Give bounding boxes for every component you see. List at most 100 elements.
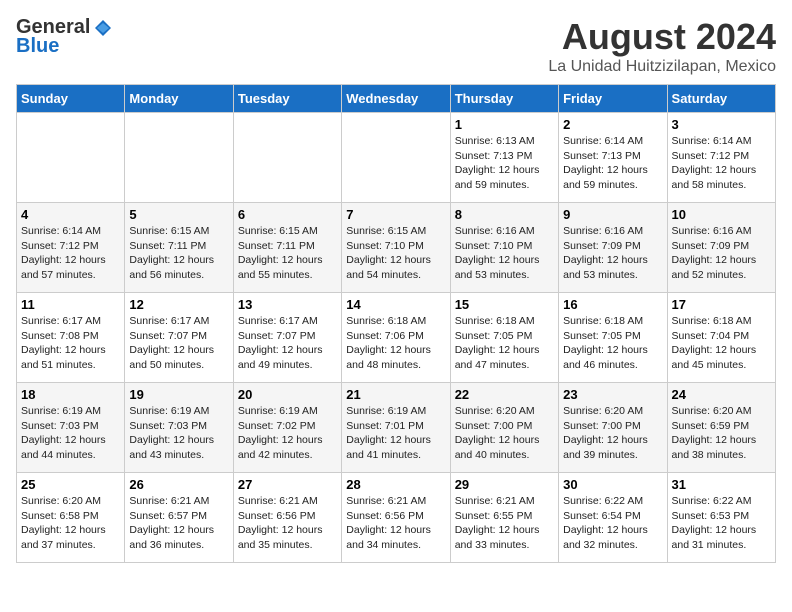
header-saturday: Saturday bbox=[667, 85, 775, 113]
day-info: Sunrise: 6:20 AM Sunset: 7:00 PM Dayligh… bbox=[455, 404, 554, 463]
day-info: Sunrise: 6:18 AM Sunset: 7:04 PM Dayligh… bbox=[672, 314, 771, 373]
header-friday: Friday bbox=[559, 85, 667, 113]
day-info: Sunrise: 6:14 AM Sunset: 7:12 PM Dayligh… bbox=[672, 134, 771, 193]
logo-blue: Blue bbox=[16, 35, 59, 58]
day-cell: 19 Sunrise: 6:19 AM Sunset: 7:03 PM Dayli… bbox=[125, 383, 233, 473]
day-info: Sunrise: 6:15 AM Sunset: 7:10 PM Dayligh… bbox=[346, 224, 445, 283]
day-cell: 1 Sunrise: 6:13 AM Sunset: 7:13 PM Daylig… bbox=[450, 113, 558, 203]
day-info: Sunrise: 6:14 AM Sunset: 7:12 PM Dayligh… bbox=[21, 224, 120, 283]
day-cell: 30 Sunrise: 6:22 AM Sunset: 6:54 PM Dayli… bbox=[559, 473, 667, 563]
day-cell: 27 Sunrise: 6:21 AM Sunset: 6:56 PM Dayli… bbox=[233, 473, 341, 563]
day-info: Sunrise: 6:19 AM Sunset: 7:03 PM Dayligh… bbox=[129, 404, 228, 463]
day-cell: 8 Sunrise: 6:16 AM Sunset: 7:10 PM Daylig… bbox=[450, 203, 558, 293]
day-number: 6 bbox=[238, 207, 337, 222]
day-number: 29 bbox=[455, 477, 554, 492]
day-number: 17 bbox=[672, 297, 771, 312]
day-cell: 25 Sunrise: 6:20 AM Sunset: 6:58 PM Dayli… bbox=[17, 473, 125, 563]
day-number: 22 bbox=[455, 387, 554, 402]
header-row: SundayMondayTuesdayWednesdayThursdayFrid… bbox=[17, 85, 776, 113]
week-row-2: 4 Sunrise: 6:14 AM Sunset: 7:12 PM Daylig… bbox=[17, 203, 776, 293]
day-cell: 21 Sunrise: 6:19 AM Sunset: 7:01 PM Dayli… bbox=[342, 383, 450, 473]
day-number: 10 bbox=[672, 207, 771, 222]
day-number: 19 bbox=[129, 387, 228, 402]
logo: General Blue bbox=[16, 16, 114, 58]
day-cell: 10Sunrise: 6:16 AM Sunset: 7:09 PM Dayli… bbox=[667, 203, 775, 293]
day-cell bbox=[233, 113, 341, 203]
header-monday: Monday bbox=[125, 85, 233, 113]
day-number: 28 bbox=[346, 477, 445, 492]
day-number: 16 bbox=[563, 297, 662, 312]
day-cell: 3 Sunrise: 6:14 AM Sunset: 7:12 PM Daylig… bbox=[667, 113, 775, 203]
day-info: Sunrise: 6:21 AM Sunset: 6:56 PM Dayligh… bbox=[238, 494, 337, 553]
day-info: Sunrise: 6:20 AM Sunset: 6:58 PM Dayligh… bbox=[21, 494, 120, 553]
day-number: 20 bbox=[238, 387, 337, 402]
day-info: Sunrise: 6:18 AM Sunset: 7:06 PM Dayligh… bbox=[346, 314, 445, 373]
day-cell: 4 Sunrise: 6:14 AM Sunset: 7:12 PM Daylig… bbox=[17, 203, 125, 293]
day-number: 8 bbox=[455, 207, 554, 222]
day-info: Sunrise: 6:16 AM Sunset: 7:09 PM Dayligh… bbox=[563, 224, 662, 283]
day-cell: 9Sunrise: 6:16 AM Sunset: 7:09 PM Daylig… bbox=[559, 203, 667, 293]
day-cell: 29Sunrise: 6:21 AM Sunset: 6:55 PM Dayli… bbox=[450, 473, 558, 563]
day-cell bbox=[125, 113, 233, 203]
day-number: 30 bbox=[563, 477, 662, 492]
day-info: Sunrise: 6:17 AM Sunset: 7:08 PM Dayligh… bbox=[21, 314, 120, 373]
day-cell: 31 Sunrise: 6:22 AM Sunset: 6:53 PM Dayli… bbox=[667, 473, 775, 563]
day-info: Sunrise: 6:14 AM Sunset: 7:13 PM Dayligh… bbox=[563, 134, 662, 193]
day-number: 1 bbox=[455, 117, 554, 132]
day-cell: 22 Sunrise: 6:20 AM Sunset: 7:00 PM Dayli… bbox=[450, 383, 558, 473]
day-cell: 13Sunrise: 6:17 AM Sunset: 7:07 PM Dayli… bbox=[233, 293, 341, 383]
day-info: Sunrise: 6:19 AM Sunset: 7:01 PM Dayligh… bbox=[346, 404, 445, 463]
day-number: 25 bbox=[21, 477, 120, 492]
title-block: August 2024 La Unidad Huitzizilapan, Mex… bbox=[548, 16, 776, 76]
week-row-3: 11 Sunrise: 6:17 AM Sunset: 7:08 PM Dayli… bbox=[17, 293, 776, 383]
day-number: 27 bbox=[238, 477, 337, 492]
day-info: Sunrise: 6:21 AM Sunset: 6:56 PM Dayligh… bbox=[346, 494, 445, 553]
day-info: Sunrise: 6:18 AM Sunset: 7:05 PM Dayligh… bbox=[563, 314, 662, 373]
day-cell: 15Sunrise: 6:18 AM Sunset: 7:05 PM Dayli… bbox=[450, 293, 558, 383]
day-cell bbox=[342, 113, 450, 203]
day-cell: 12Sunrise: 6:17 AM Sunset: 7:07 PM Dayli… bbox=[125, 293, 233, 383]
day-cell: 16 Sunrise: 6:18 AM Sunset: 7:05 PM Dayli… bbox=[559, 293, 667, 383]
calendar-table: SundayMondayTuesdayWednesdayThursdayFrid… bbox=[16, 84, 776, 563]
day-cell: 7 Sunrise: 6:15 AM Sunset: 7:10 PM Daylig… bbox=[342, 203, 450, 293]
day-info: Sunrise: 6:20 AM Sunset: 6:59 PM Dayligh… bbox=[672, 404, 771, 463]
header-tuesday: Tuesday bbox=[233, 85, 341, 113]
header-wednesday: Wednesday bbox=[342, 85, 450, 113]
day-number: 5 bbox=[129, 207, 228, 222]
day-cell: 6 Sunrise: 6:15 AM Sunset: 7:11 PM Daylig… bbox=[233, 203, 341, 293]
day-number: 11 bbox=[21, 297, 120, 312]
day-number: 4 bbox=[21, 207, 120, 222]
day-info: Sunrise: 6:19 AM Sunset: 7:03 PM Dayligh… bbox=[21, 404, 120, 463]
sub-title: La Unidad Huitzizilapan, Mexico bbox=[548, 58, 776, 76]
day-number: 21 bbox=[346, 387, 445, 402]
header-sunday: Sunday bbox=[17, 85, 125, 113]
day-number: 24 bbox=[672, 387, 771, 402]
day-info: Sunrise: 6:22 AM Sunset: 6:53 PM Dayligh… bbox=[672, 494, 771, 553]
day-number: 18 bbox=[21, 387, 120, 402]
day-number: 7 bbox=[346, 207, 445, 222]
day-number: 3 bbox=[672, 117, 771, 132]
day-cell: 2Sunrise: 6:14 AM Sunset: 7:13 PM Daylig… bbox=[559, 113, 667, 203]
day-info: Sunrise: 6:15 AM Sunset: 7:11 PM Dayligh… bbox=[238, 224, 337, 283]
day-info: Sunrise: 6:22 AM Sunset: 6:54 PM Dayligh… bbox=[563, 494, 662, 553]
day-number: 31 bbox=[672, 477, 771, 492]
main-title: August 2024 bbox=[548, 16, 776, 58]
week-row-4: 18 Sunrise: 6:19 AM Sunset: 7:03 PM Dayli… bbox=[17, 383, 776, 473]
day-info: Sunrise: 6:17 AM Sunset: 7:07 PM Dayligh… bbox=[238, 314, 337, 373]
day-cell: 17 Sunrise: 6:18 AM Sunset: 7:04 PM Dayli… bbox=[667, 293, 775, 383]
day-number: 23 bbox=[563, 387, 662, 402]
day-info: Sunrise: 6:20 AM Sunset: 7:00 PM Dayligh… bbox=[563, 404, 662, 463]
day-cell: 28 Sunrise: 6:21 AM Sunset: 6:56 PM Dayli… bbox=[342, 473, 450, 563]
day-cell: 20 Sunrise: 6:19 AM Sunset: 7:02 PM Dayli… bbox=[233, 383, 341, 473]
day-info: Sunrise: 6:13 AM Sunset: 7:13 PM Dayligh… bbox=[455, 134, 554, 193]
day-info: Sunrise: 6:17 AM Sunset: 7:07 PM Dayligh… bbox=[129, 314, 228, 373]
day-cell: 5Sunrise: 6:15 AM Sunset: 7:11 PM Daylig… bbox=[125, 203, 233, 293]
day-info: Sunrise: 6:16 AM Sunset: 7:10 PM Dayligh… bbox=[455, 224, 554, 283]
header-thursday: Thursday bbox=[450, 85, 558, 113]
day-info: Sunrise: 6:19 AM Sunset: 7:02 PM Dayligh… bbox=[238, 404, 337, 463]
day-cell: 14Sunrise: 6:18 AM Sunset: 7:06 PM Dayli… bbox=[342, 293, 450, 383]
day-cell: 23 Sunrise: 6:20 AM Sunset: 7:00 PM Dayli… bbox=[559, 383, 667, 473]
page-header: General Blue August 2024 La Unidad Huitz… bbox=[16, 16, 776, 76]
week-row-5: 25 Sunrise: 6:20 AM Sunset: 6:58 PM Dayli… bbox=[17, 473, 776, 563]
day-info: Sunrise: 6:18 AM Sunset: 7:05 PM Dayligh… bbox=[455, 314, 554, 373]
